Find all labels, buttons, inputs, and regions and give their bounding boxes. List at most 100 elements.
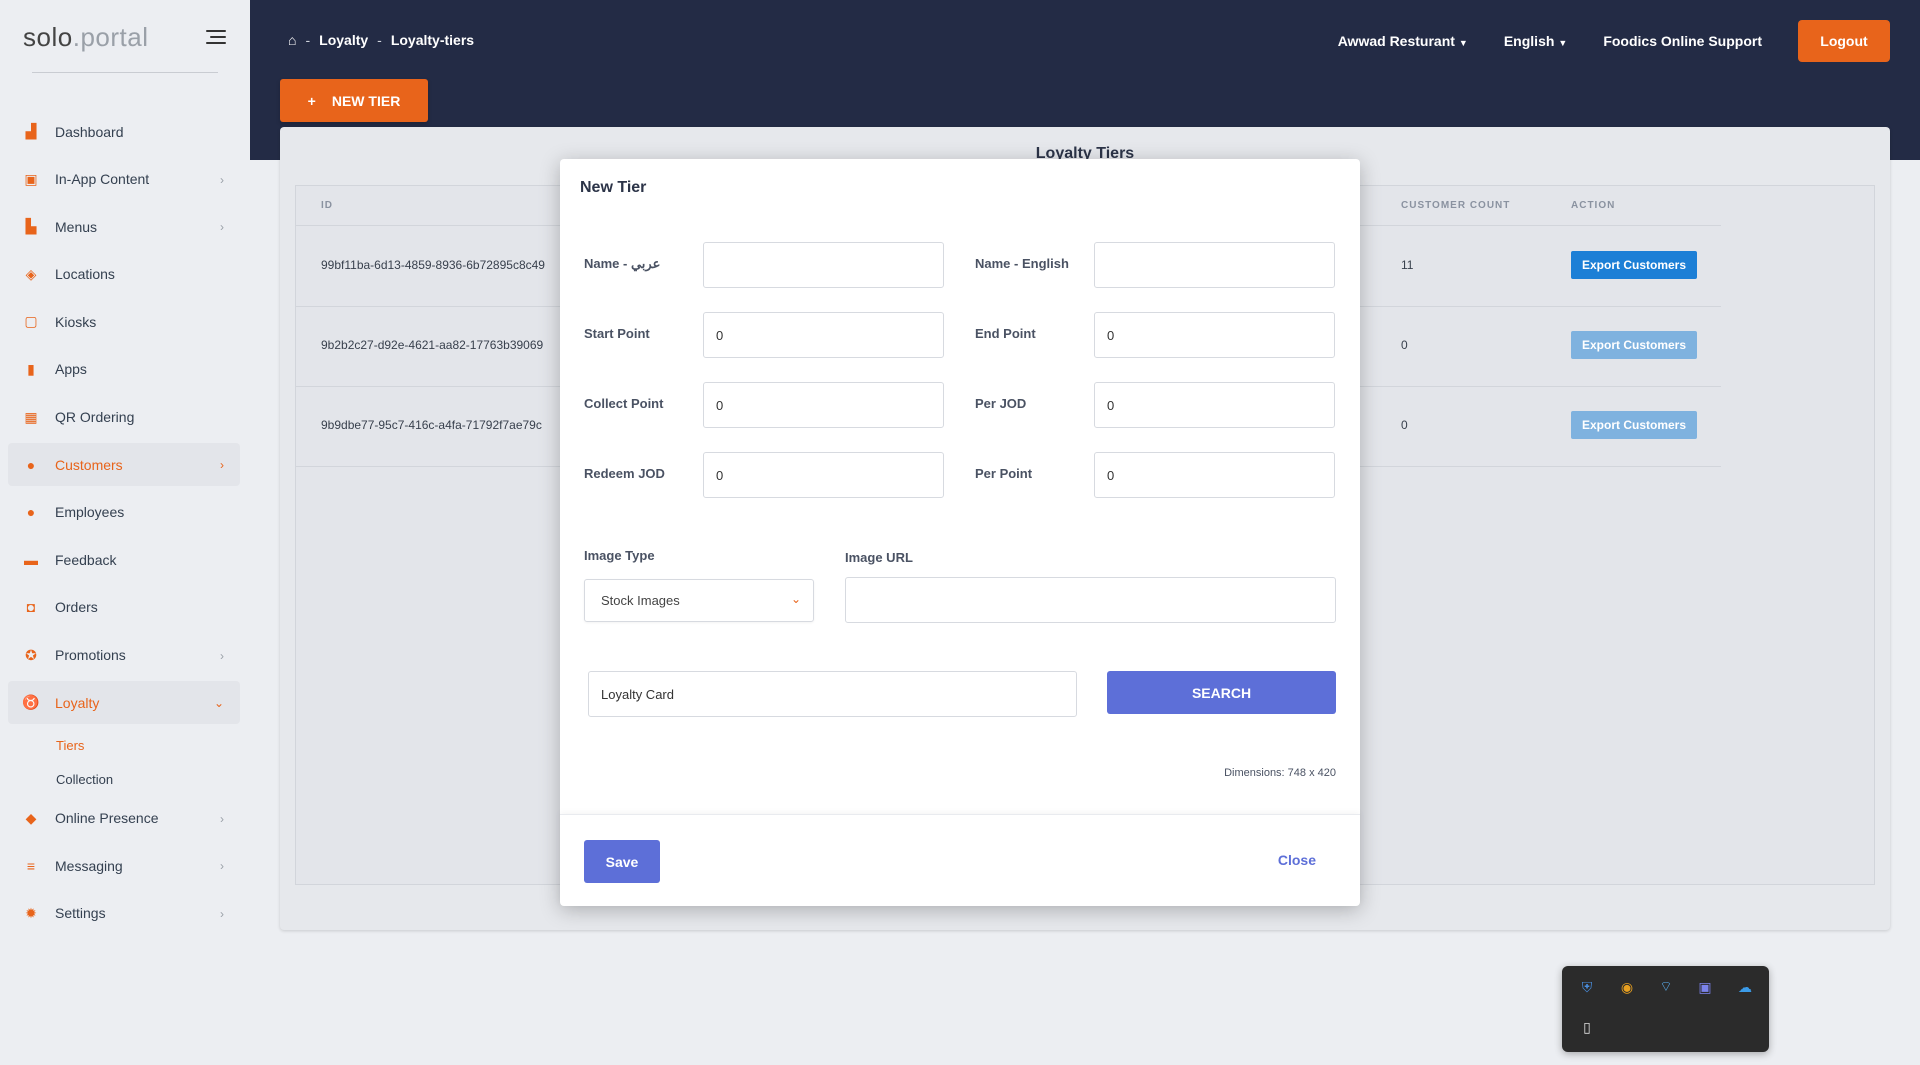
sidebar-item-label: Promotions [55, 647, 126, 664]
home-icon[interactable]: ⌂ [288, 32, 296, 48]
export-customers-button[interactable]: Export Customers [1571, 251, 1697, 279]
tier-id: 99bf11ba-6d13-4859-8936-6b72895c8c49 [321, 258, 545, 272]
sidebar-item-orders[interactable]: ◘ Orders [8, 586, 240, 629]
sidebar-item-label: Kiosks [55, 313, 97, 330]
support-link[interactable]: Foodics Online Support [1603, 33, 1762, 49]
medal-icon: ♉ [22, 694, 40, 711]
sidebar-subitem-collection[interactable]: Collection [8, 763, 240, 797]
new-tier-modal: New Tier Name - عربي Name - English Star… [560, 159, 1360, 906]
start-point-label: Start Point [584, 326, 650, 341]
restaurant-dropdown[interactable]: Awwad Resturant ▼ [1338, 33, 1468, 49]
chevron-right-icon: › [220, 906, 224, 921]
close-button[interactable]: Close [1278, 852, 1316, 868]
teams-icon[interactable]: ▣ [1696, 978, 1714, 996]
name-ar-field[interactable] [703, 242, 944, 288]
sidebar-item-label: Locations [55, 266, 115, 283]
image-type-value: Stock Images [601, 593, 680, 608]
system-tray-popup: ⛨ ◉ ⌔ ▣ ☁ ▯ [1562, 966, 1769, 1052]
sidebar-item-locations[interactable]: ◈ Locations [8, 253, 240, 296]
export-customers-button[interactable]: Export Customers [1571, 411, 1697, 439]
plus-icon: + [307, 92, 316, 109]
image-type-label: Image Type [584, 548, 655, 563]
sidebar-item-promotions[interactable]: ✪ Promotions › [8, 634, 240, 677]
search-button[interactable]: SEARCH [1107, 671, 1336, 714]
breadcrumb-loyalty[interactable]: Loyalty [319, 32, 368, 48]
top-nav: Awwad Resturant ▼ English ▼ Foodics Online… [1338, 20, 1890, 62]
chrome-icon[interactable]: ◉ [1618, 978, 1636, 996]
redeem-jod-field[interactable]: 0 [703, 452, 944, 498]
logo[interactable]: solo.portal [23, 22, 148, 53]
sidebar-item-settings[interactable]: ✹ Settings › [8, 892, 240, 935]
chevron-down-icon: ⌄ [790, 592, 801, 606]
sidebar-item-label: Messaging [55, 857, 123, 874]
sidebar-item-qr-ordering[interactable]: ▦ QR Ordering [8, 396, 240, 439]
sidebar-item-loyalty[interactable]: ♉ Loyalty ⌄ [8, 681, 240, 725]
column-header-id: ID [321, 200, 333, 211]
sidebar-item-label: In-App Content [55, 171, 150, 188]
export-customers-button[interactable]: Export Customers [1571, 331, 1697, 359]
chevron-right-icon: › [220, 648, 224, 663]
sidebar-item-label: Online Presence [55, 810, 159, 827]
logout-button[interactable]: Logout [1798, 20, 1890, 62]
name-en-field[interactable] [1094, 242, 1335, 288]
sidebar-item-label: Customers [55, 456, 123, 473]
sidebar-item-label: QR Ordering [55, 409, 135, 426]
modal-title: New Tier [580, 179, 647, 196]
sidebar-nav: ▟ Dashboard ▣ In-App Content › ▙ Menus › ◈ Loc… [8, 110, 240, 940]
customer-count: 0 [1401, 338, 1408, 352]
end-point-field[interactable]: 0 [1094, 312, 1335, 358]
sidebar-item-kiosks[interactable]: ▢ Kiosks [8, 300, 240, 343]
sidebar-item-customers[interactable]: ● Customers › [8, 443, 240, 487]
sidebar-item-dashboard[interactable]: ▟ Dashboard [8, 110, 240, 153]
percent-icon: ✪ [25, 646, 37, 663]
modal-footer: Save Close [560, 814, 1360, 906]
start-point-field[interactable]: 0 [703, 312, 944, 358]
tier-id: 9b9dbe77-95c7-416c-a4fa-71792f7ae79c [321, 418, 542, 432]
per-point-field[interactable]: 0 [1094, 452, 1335, 498]
sidebar-item-feedback[interactable]: ▬ Feedback [8, 538, 240, 581]
sidebar-item-apps[interactable]: ▮ Apps [8, 348, 240, 391]
new-tier-button[interactable]: + NEW TIER [280, 79, 428, 122]
sidebar-subitem-tiers[interactable]: Tiers [8, 729, 240, 763]
breadcrumb-loyalty-tiers: Loyalty-tiers [390, 32, 475, 48]
per-jod-label: Per JOD [975, 396, 1027, 411]
sidebar-divider [32, 72, 218, 73]
chart-icon: ▟ [25, 123, 37, 139]
language-dropdown[interactable]: English ▼ [1504, 33, 1567, 49]
customer-count: 11 [1401, 258, 1414, 272]
sidebar-item-menus[interactable]: ▙ Menus › [8, 205, 240, 248]
sidebar-item-label: Menus [55, 218, 98, 235]
image-search-input[interactable]: Loyalty Card [588, 671, 1077, 717]
chevron-right-icon: › [220, 811, 224, 826]
hamburger-menu-icon[interactable] [206, 30, 226, 46]
wifi-icon[interactable]: ⌔ [1657, 978, 1675, 996]
sidebar-item-label: Feedback [55, 551, 117, 568]
image-type-select[interactable]: Stock Images ⌄ [584, 579, 814, 622]
sidebar-item-employees[interactable]: ● Employees [8, 491, 240, 534]
map-icon: ◈ [25, 265, 37, 282]
chevron-right-icon: › [220, 859, 224, 874]
sidebar-item-in-app-content[interactable]: ▣ In-App Content › [8, 158, 240, 201]
column-header-customer-count: CUSTOMER COUNT [1401, 200, 1511, 211]
breadcrumb: ⌂ - Loyalty - Loyalty-tiers [288, 32, 474, 48]
usb-icon[interactable]: ▯ [1578, 1018, 1596, 1036]
chevron-right-icon: › [220, 172, 224, 187]
customer-count: 0 [1401, 418, 1408, 432]
name-en-label: Name - English [975, 256, 1069, 271]
tags-icon: ◆ [25, 809, 37, 826]
tablet-icon: ▢ [24, 313, 38, 330]
onedrive-warning-icon[interactable]: ☁ [1736, 978, 1754, 996]
sidebar-item-messaging[interactable]: ≡ Messaging › [8, 844, 240, 887]
per-jod-field[interactable]: 0 [1094, 382, 1335, 428]
caret-down-icon: ▼ [1558, 38, 1568, 48]
image-url-field[interactable] [845, 577, 1336, 623]
sidebar-item-label: Apps [55, 361, 87, 378]
book-icon: ▙ [25, 218, 37, 235]
shield-icon[interactable]: ⛨ [1578, 978, 1596, 996]
name-ar-label: Name - عربي [584, 256, 661, 271]
save-button[interactable]: Save [584, 840, 660, 883]
user-icon: ● [26, 504, 36, 521]
collect-point-field[interactable]: 0 [703, 382, 944, 428]
column-header-action: ACTION [1571, 200, 1616, 211]
sidebar-item-online-presence[interactable]: ◆ Online Presence › [8, 797, 240, 840]
